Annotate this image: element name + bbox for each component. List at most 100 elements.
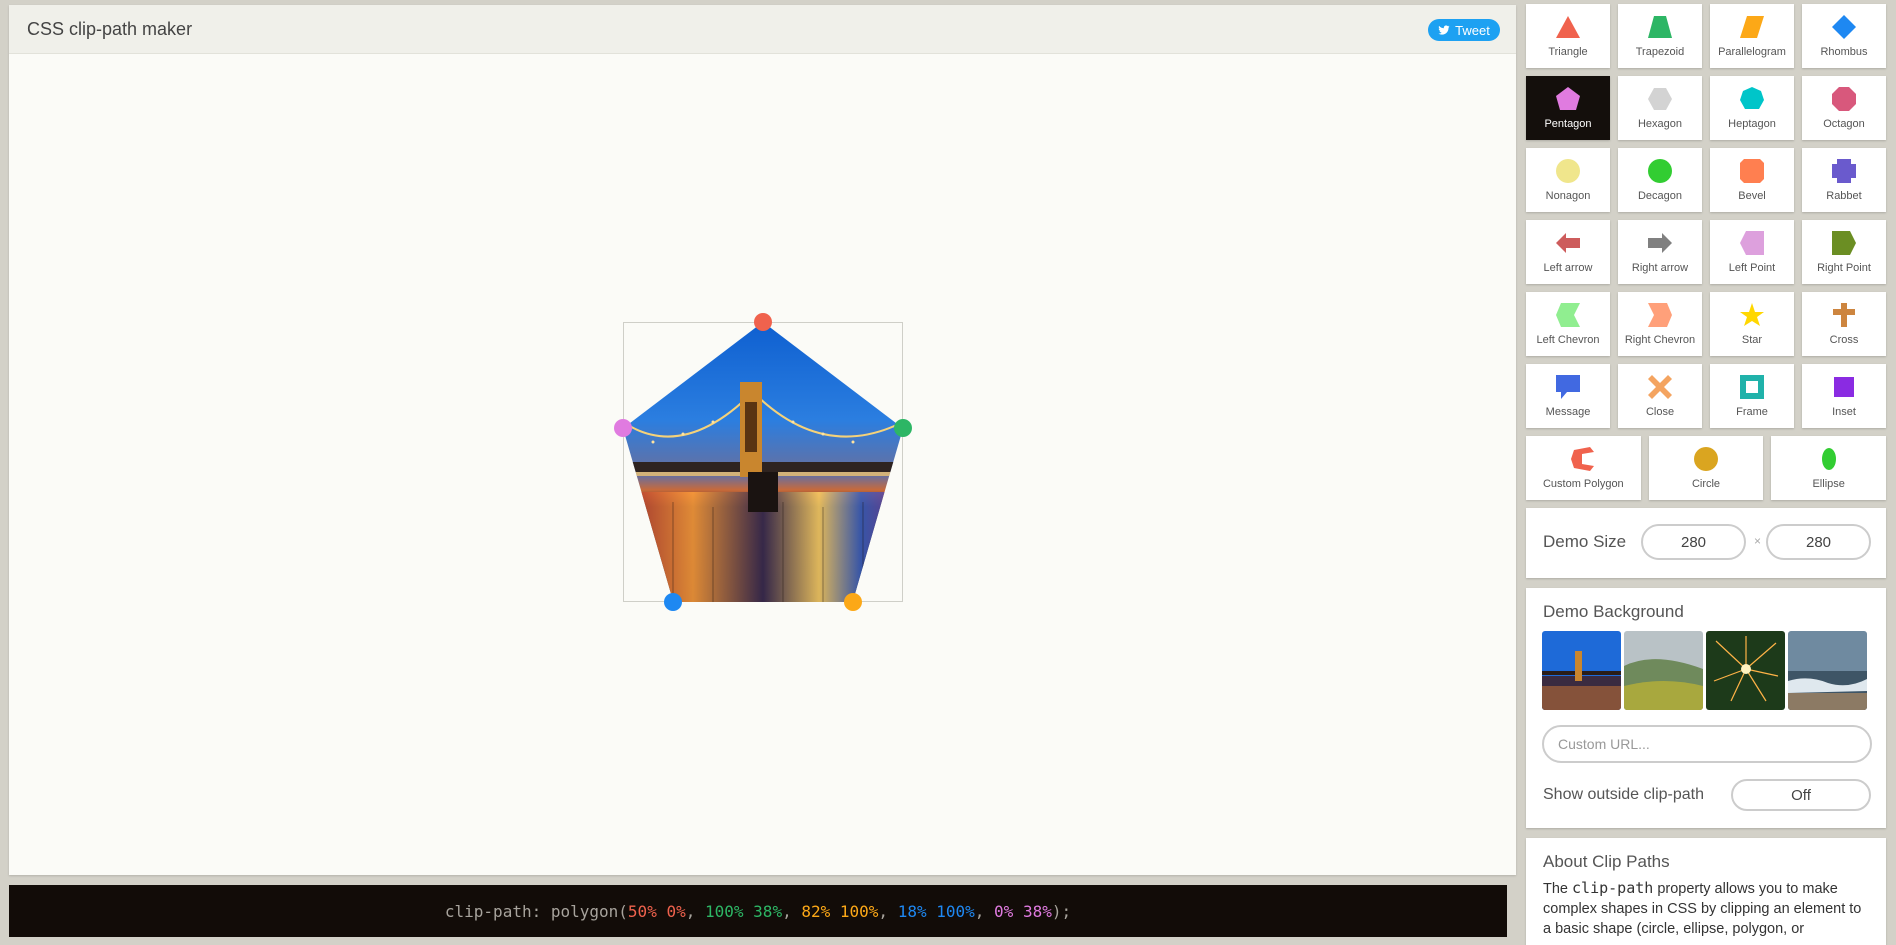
shape-button-cross[interactable]: Cross — [1802, 292, 1886, 356]
right-point-icon — [1832, 231, 1856, 255]
tweet-button[interactable]: Tweet — [1428, 19, 1500, 41]
shape-label: Pentagon — [1544, 118, 1592, 130]
shape-label: Parallelogram — [1718, 46, 1786, 58]
clipped-bridge-image — [623, 322, 903, 602]
sparkler-thumbnail[interactable] — [1706, 631, 1785, 710]
shape-row: Left arrow Right arrow Left Point Right Poi… — [1526, 220, 1886, 284]
code-comma: , — [685, 901, 705, 921]
shape-label: Rabbet — [1826, 190, 1862, 202]
shape-button-circle[interactable]: Circle — [1648, 436, 1764, 500]
rhombus-icon — [1832, 15, 1856, 39]
bridge-thumbnail[interactable] — [1542, 631, 1621, 710]
shape-button-message[interactable]: Message — [1526, 364, 1610, 428]
star-icon — [1740, 303, 1764, 326]
shape-button-decagon[interactable]: Decagon — [1618, 148, 1702, 212]
shape-button-left-point[interactable]: Left Point — [1710, 220, 1794, 284]
shape-button-bevel[interactable]: Bevel — [1710, 148, 1794, 212]
shape-button-right-chevron[interactable]: Right Chevron — [1618, 292, 1702, 356]
shape-button-octagon[interactable]: Octagon — [1802, 76, 1886, 140]
shape-button-trapezoid[interactable]: Trapezoid — [1618, 4, 1702, 68]
shape-label: Custom Polygon — [1542, 478, 1624, 490]
shape-label: Left Chevron — [1536, 334, 1600, 346]
bevel-icon — [1740, 159, 1764, 183]
code-point-x: 0% — [994, 901, 1014, 921]
polygon-handle-3[interactable] — [843, 593, 862, 611]
message-icon — [1556, 375, 1580, 399]
shape-label: Circle — [1691, 478, 1721, 490]
nonagon-icon — [1556, 159, 1580, 183]
shape-button-ellipse[interactable]: Ellipse — [1771, 436, 1887, 500]
close-icon — [1648, 375, 1672, 399]
shape-button-rhombus[interactable]: Rhombus — [1802, 4, 1886, 68]
heptagon-icon — [1740, 87, 1764, 109]
shape-button-rabbet[interactable]: Rabbet — [1802, 148, 1886, 212]
decagon-icon — [1648, 159, 1672, 183]
shape-button-hexagon[interactable]: Hexagon — [1618, 76, 1702, 140]
shape-button-triangle[interactable]: Triangle — [1526, 4, 1610, 68]
demo-background-panel: Demo Background Show — [1526, 588, 1886, 828]
shape-button-right-arrow[interactable]: Right arrow — [1618, 220, 1702, 284]
code-point-y: 38% — [1022, 901, 1052, 921]
demo-background-title: Demo Background — [1543, 602, 1684, 621]
rabbet-icon — [1832, 159, 1856, 183]
polygon-handle-2[interactable] — [894, 419, 912, 438]
shape-button-nonagon[interactable]: Nonagon — [1526, 148, 1610, 212]
shape-button-left-arrow[interactable]: Left arrow — [1526, 220, 1610, 284]
cross-icon — [1833, 303, 1855, 327]
shape-button-frame[interactable]: Frame — [1710, 364, 1794, 428]
clip-demo[interactable] — [614, 313, 912, 611]
shape-button-inset[interactable]: Inset — [1802, 364, 1886, 428]
polygon-handle-4[interactable] — [664, 593, 683, 611]
shape-button-close[interactable]: Close — [1618, 364, 1702, 428]
shape-button-star[interactable]: Star — [1710, 292, 1794, 356]
hexagon-icon — [1648, 88, 1672, 110]
pentagon-icon — [1556, 87, 1580, 110]
show-outside-toggle[interactable]: Off — [1731, 779, 1871, 811]
circle-icon — [1694, 447, 1718, 471]
hills-thumbnail[interactable] — [1624, 631, 1703, 710]
shape-label: Trapezoid — [1635, 46, 1685, 58]
shape-label: Ellipse — [1812, 478, 1845, 490]
shape-label: Left Point — [1728, 262, 1776, 274]
shape-label: Right Chevron — [1624, 334, 1696, 346]
demo-width-input[interactable] — [1641, 524, 1746, 560]
shape-label: Rhombus — [1820, 46, 1868, 58]
left-arrow-icon — [1556, 233, 1580, 253]
shape-label: Star — [1741, 334, 1763, 346]
custom-url-input[interactable] — [1542, 725, 1872, 763]
shape-button-pentagon[interactable]: Pentagon — [1526, 76, 1610, 140]
twitter-bird-icon — [1438, 25, 1450, 35]
left-chevron-icon — [1556, 303, 1580, 327]
ocean-thumbnail[interactable] — [1788, 631, 1867, 710]
shape-button-right-point[interactable]: Right Point — [1802, 220, 1886, 284]
code-point-y: 38% — [753, 901, 783, 921]
polygon-handle-1[interactable] — [754, 313, 772, 331]
left-point-icon — [1740, 231, 1764, 255]
shape-label: Heptagon — [1728, 118, 1776, 130]
shape-label: Nonagon — [1545, 190, 1591, 202]
header: CSS clip-path maker Tweet — [9, 5, 1516, 54]
shape-row: Triangle Trapezoid Parallelogram Rhombus — [1526, 4, 1886, 68]
shape-button-left-chevron[interactable]: Left Chevron — [1526, 292, 1610, 356]
ellipse-icon — [1821, 448, 1836, 470]
shape-button-custom-polygon[interactable]: Custom Polygon — [1526, 436, 1641, 500]
shape-label: Right Point — [1817, 262, 1871, 274]
code-point-y: 100% — [936, 901, 975, 921]
shape-picker: Triangle Trapezoid Parallelogram Rhombus Pen… — [1526, 4, 1887, 508]
shape-row: Custom Polygon Circle Ellipse — [1526, 436, 1887, 500]
demo-height-input[interactable] — [1766, 524, 1871, 560]
triangle-icon — [1556, 16, 1580, 38]
page-title: CSS clip-path maker — [27, 19, 193, 39]
shape-button-parallelogram[interactable]: Parallelogram — [1710, 4, 1794, 68]
shape-row: Left Chevron Right Chevron Star Cross — [1526, 292, 1886, 356]
code-point-x: 50% — [627, 901, 657, 921]
shape-label: Left arrow — [1543, 262, 1593, 274]
demo-size-label: Demo Size — [1543, 532, 1627, 551]
shape-button-heptagon[interactable]: Heptagon — [1710, 76, 1794, 140]
code-comma: , — [878, 901, 898, 921]
shape-label: Triangle — [1548, 46, 1588, 58]
size-separator: × — [1754, 534, 1762, 548]
